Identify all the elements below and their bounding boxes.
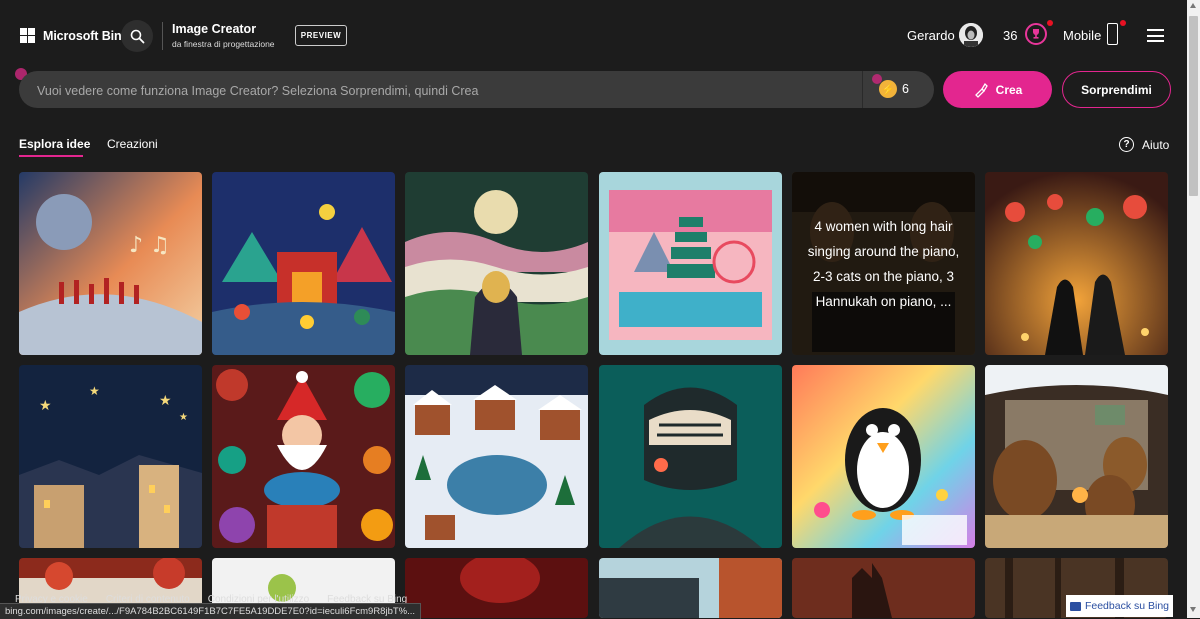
scroll-up-arrow-icon[interactable] <box>1190 3 1196 8</box>
image-prompt-overlay: 4 women with long hair singing around th… <box>792 172 975 355</box>
gallery-image[interactable] <box>212 365 395 548</box>
scroll-down-arrow-icon[interactable] <box>1190 607 1196 612</box>
image-lanterns-women <box>985 172 1168 355</box>
feedback-button[interactable]: Feedback su Bing <box>1066 595 1173 617</box>
image-embroidered-landscape <box>405 172 588 355</box>
image-bears-cabin <box>985 365 1168 548</box>
image-night-village-stars: ★ ★ ★ ★ <box>19 365 202 548</box>
gallery-image[interactable]: ♪ ♫ <box>19 172 202 355</box>
image-robot-helmet <box>599 365 782 548</box>
image-snowy-village-rink <box>405 365 588 548</box>
scroll-thumb[interactable] <box>1189 16 1198 196</box>
svg-text:★: ★ <box>89 384 100 398</box>
image-gallery: ♪ ♫ 4 women with long hair singing aroun… <box>0 0 1200 618</box>
gallery-image[interactable] <box>405 365 588 548</box>
feedback-icon <box>1069 601 1081 611</box>
gallery-image[interactable] <box>985 365 1168 548</box>
gallery-image[interactable]: 4 women with long hair singing around th… <box>792 172 975 355</box>
browser-status-url: bing.com/images/create/.../F9A784B2BC614… <box>0 603 422 619</box>
image-santa-fish <box>212 365 395 548</box>
feedback-label: Feedback su Bing <box>1084 600 1170 612</box>
image-felt-campfire <box>212 172 395 355</box>
gallery-image[interactable] <box>599 172 782 355</box>
svg-text:★: ★ <box>179 412 188 423</box>
gallery-image[interactable] <box>212 172 395 355</box>
gallery-image[interactable] <box>985 172 1168 355</box>
gallery-image[interactable] <box>405 172 588 355</box>
gallery-image[interactable]: ★ ★ ★ ★ <box>19 365 202 548</box>
page-scrollbar[interactable] <box>1187 0 1200 618</box>
image-prompt-text: 4 women with long hair singing around th… <box>807 218 960 309</box>
gallery-image[interactable] <box>792 365 975 548</box>
svg-text:★: ★ <box>39 398 52 414</box>
image-penguin-rainbow <box>792 365 975 548</box>
svg-text:★: ★ <box>159 393 172 409</box>
gallery-image[interactable] <box>599 365 782 548</box>
image-paper-pagoda <box>599 172 782 355</box>
image-music-scene: ♪ ♫ <box>19 172 202 355</box>
svg-text:♪ ♫: ♪ ♫ <box>129 233 170 258</box>
